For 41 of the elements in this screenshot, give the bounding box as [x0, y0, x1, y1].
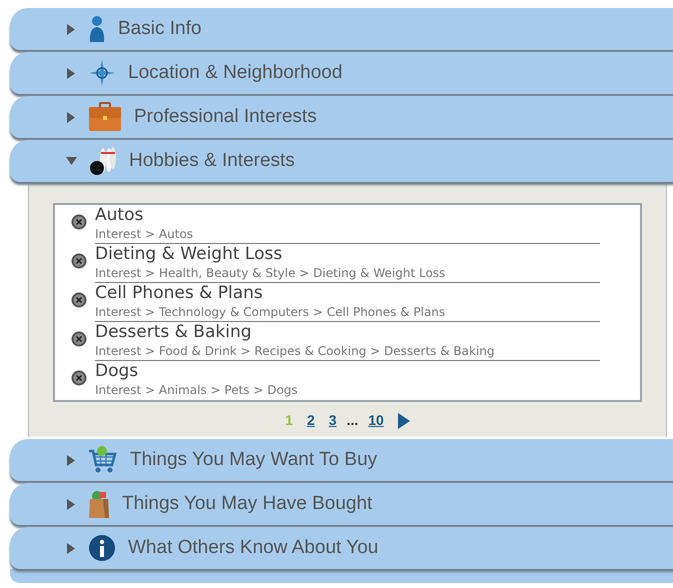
- section-header[interactable]: What Others Know About You: [10, 527, 673, 569]
- section-header[interactable]: Location & Neighborhood: [10, 52, 673, 94]
- cart-icon: [88, 445, 118, 475]
- page-link[interactable]: 10: [368, 410, 384, 431]
- caret-right-icon: [66, 68, 76, 78]
- interest-title: Dogs: [95, 361, 140, 382]
- remove-icon[interactable]: [71, 253, 87, 269]
- page-link[interactable]: 2: [306, 410, 315, 431]
- remove-icon[interactable]: [71, 370, 87, 386]
- caret-down-icon: [66, 156, 77, 166]
- caret-right-icon: [66, 498, 76, 510]
- interest-title: Autos: [95, 205, 144, 226]
- compass-icon: [88, 59, 116, 87]
- section-header[interactable]: Basic Info: [10, 8, 673, 50]
- remove-icon[interactable]: [71, 214, 87, 230]
- info-icon: [88, 534, 116, 562]
- interest-path: Interest > Health, Beauty & Style > Dieting & Weight Loss: [95, 265, 446, 281]
- person-icon: [88, 15, 106, 43]
- interest-path: Interest > Animals > Pets > Dogs: [95, 382, 299, 398]
- caret-right-icon: [66, 112, 76, 122]
- interest-title: Desserts & Baking: [95, 322, 253, 343]
- interest-path: Interest > Autos: [95, 226, 194, 242]
- interest-path: Interest > Technology & Computers > Cell Phones & Plans: [95, 304, 446, 320]
- caret-right-icon: [66, 24, 76, 34]
- remove-icon[interactable]: [71, 292, 87, 308]
- page-link[interactable]: 3: [328, 410, 337, 431]
- caret-right-icon: [66, 542, 76, 554]
- section-header[interactable]: Things You May Want To Buy: [10, 439, 673, 481]
- section-header[interactable]: Things You May Have Bought: [10, 483, 673, 525]
- caret-right-icon: [66, 454, 76, 466]
- section-header[interactable]: Professional Interests: [10, 96, 673, 138]
- ellipsis: ...: [346, 411, 358, 430]
- interest-title: Cell Phones & Plans: [95, 283, 264, 304]
- section-header[interactable]: Hobbies & Interests: [10, 140, 673, 182]
- bowling-icon: [89, 146, 117, 176]
- shopping-bag-icon: [88, 489, 110, 519]
- interest-title: Dieting & Weight Loss: [95, 244, 284, 265]
- briefcase-icon: [88, 102, 122, 132]
- next-page-icon[interactable]: [398, 412, 410, 428]
- remove-icon[interactable]: [71, 331, 87, 347]
- interest-path: Interest > Food & Drink > Recipes & Cooking > Desserts & Baking: [95, 343, 496, 359]
